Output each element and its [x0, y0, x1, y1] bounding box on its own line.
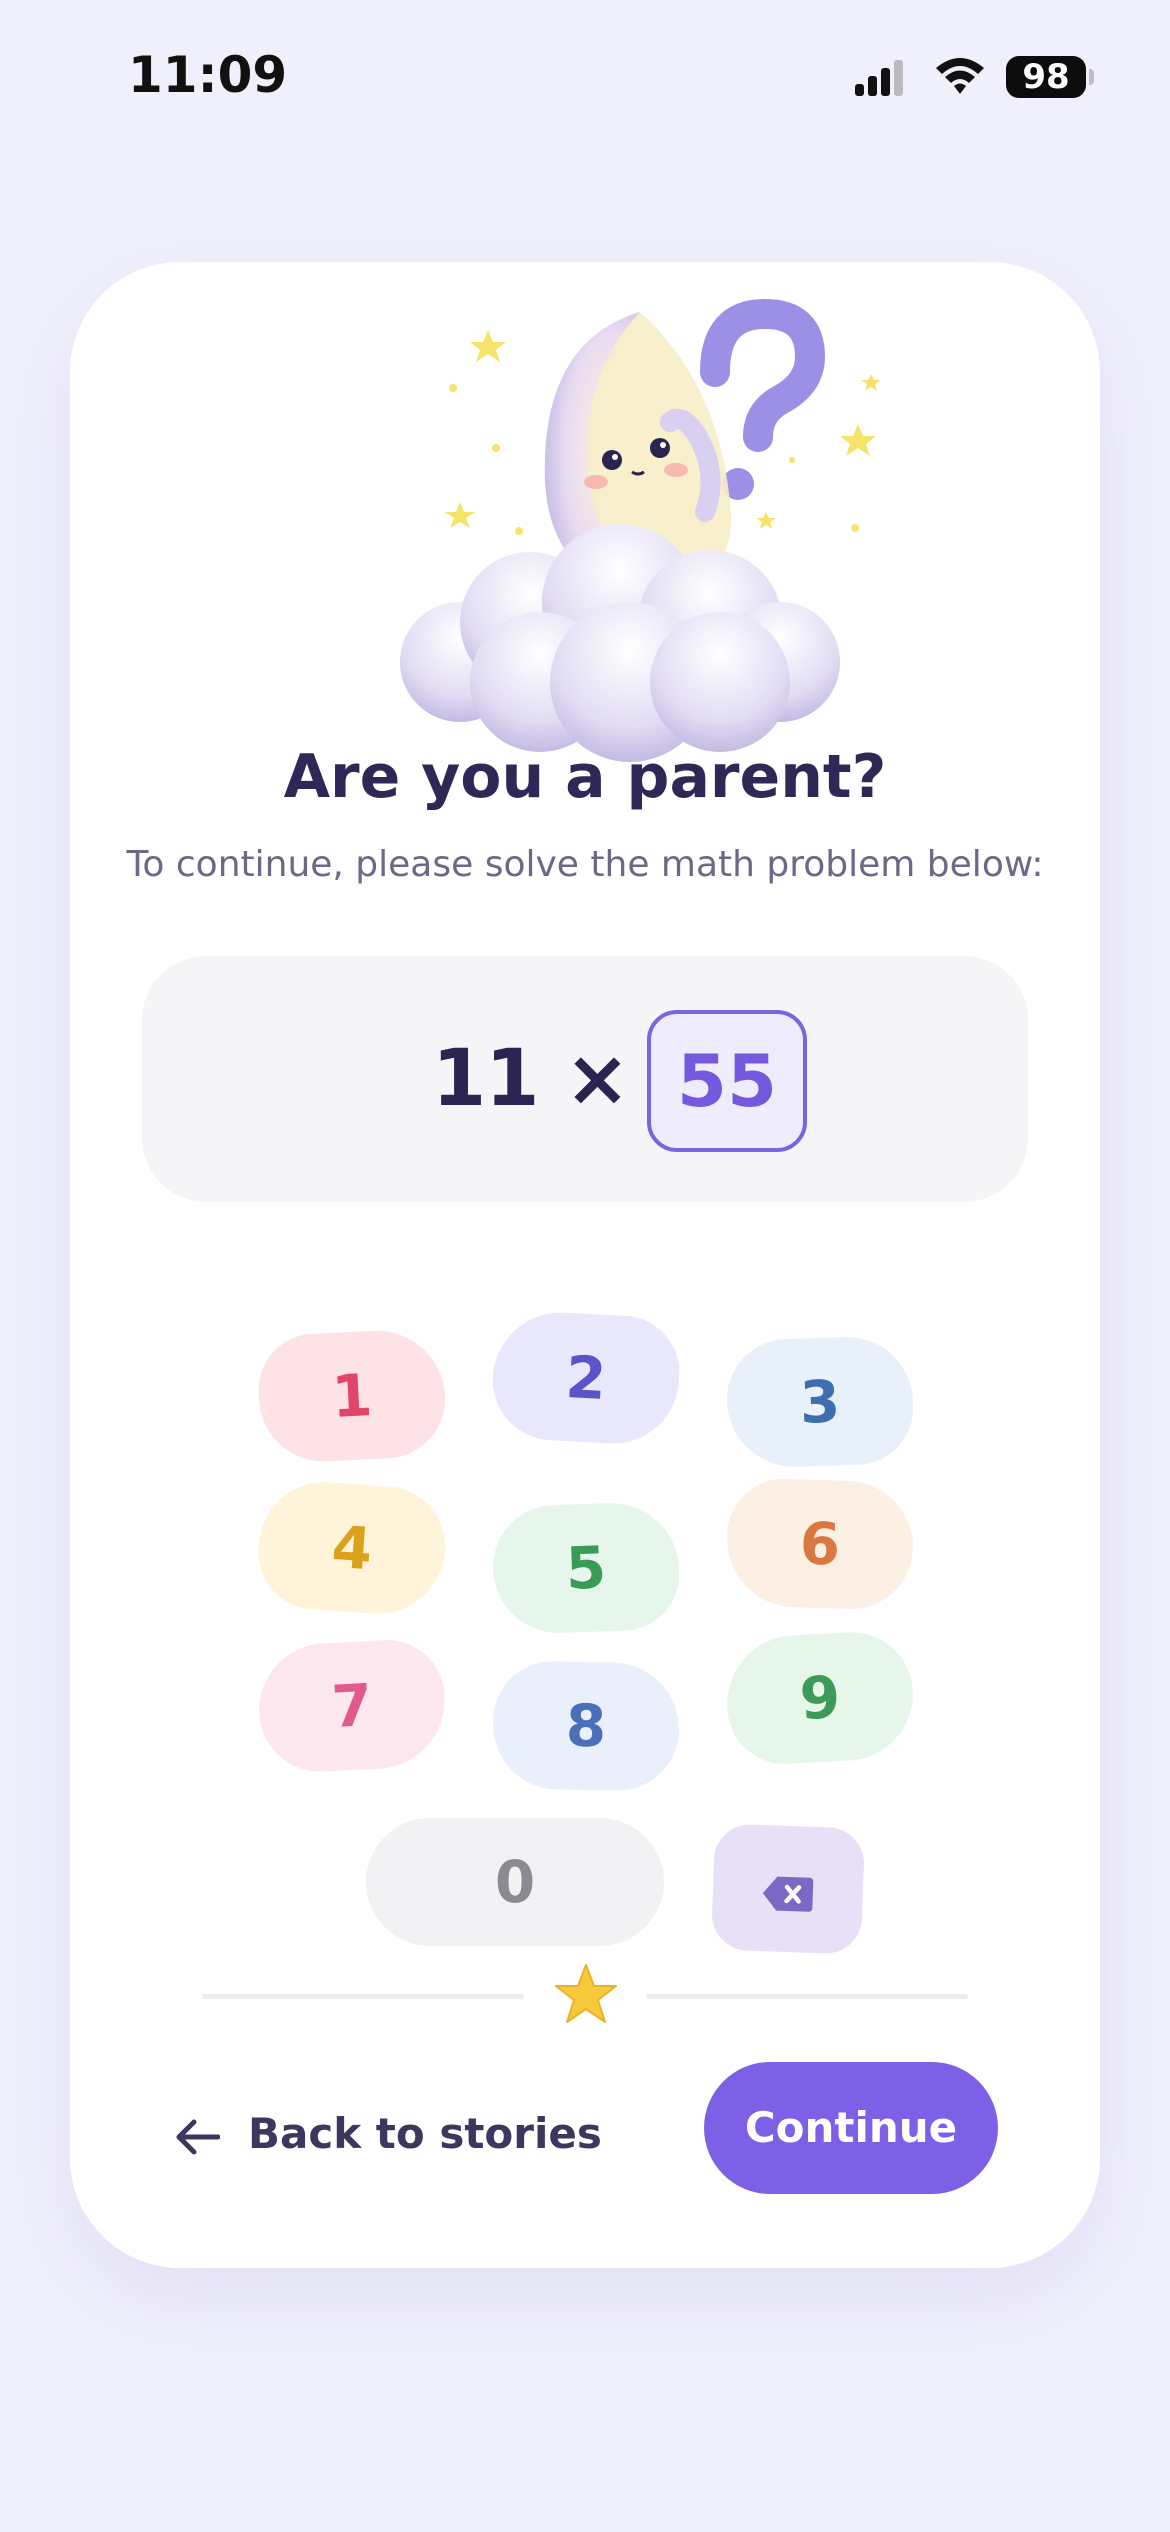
cellular-signal-icon — [855, 60, 903, 96]
status-bar: 11:09 98 — [0, 0, 1170, 150]
wifi-icon — [936, 58, 984, 94]
status-time: 11:09 — [128, 46, 288, 104]
parent-gate-card: Are you a parent? To continue, please so… — [70, 262, 1100, 2268]
arrow-left-icon — [176, 2119, 220, 2154]
keypad-key-3[interactable]: 3 — [724, 1334, 916, 1470]
keypad-delete-key[interactable] — [710, 1823, 866, 1955]
battery-tip — [1089, 69, 1094, 85]
keypad-key-9[interactable]: 9 — [723, 1629, 917, 1767]
backspace-icon — [762, 1876, 814, 1912]
page-subtitle: To continue, please solve the math probl… — [126, 844, 1044, 885]
keypad-key-6[interactable]: 6 — [724, 1476, 916, 1612]
keypad-key-5[interactable]: 5 — [490, 1500, 682, 1636]
divider-right — [646, 1994, 968, 1999]
page-title: Are you a parent? — [283, 742, 887, 812]
moon-on-cloud-illustration — [400, 298, 881, 762]
divider-left — [202, 1994, 524, 1999]
battery-icon: 98 — [1006, 56, 1086, 98]
keypad-key-8[interactable]: 8 — [491, 1660, 681, 1792]
math-problem-box: 11 × 5 = 55 — [142, 956, 1028, 1202]
answer-field[interactable]: 55 — [647, 1010, 807, 1152]
keypad-key-4[interactable]: 4 — [254, 1477, 450, 1619]
keypad-key-1[interactable]: 1 — [255, 1327, 449, 1465]
back-button-label: Back to stories — [248, 2109, 602, 2158]
star-icon — [555, 1964, 617, 2023]
back-to-stories-button[interactable]: Back to stories — [176, 2094, 602, 2174]
continue-button[interactable]: Continue — [704, 2062, 998, 2194]
keypad-key-2[interactable]: 2 — [489, 1309, 683, 1447]
keypad-key-0[interactable]: 0 — [366, 1818, 664, 1946]
keypad-key-7[interactable]: 7 — [255, 1637, 449, 1775]
